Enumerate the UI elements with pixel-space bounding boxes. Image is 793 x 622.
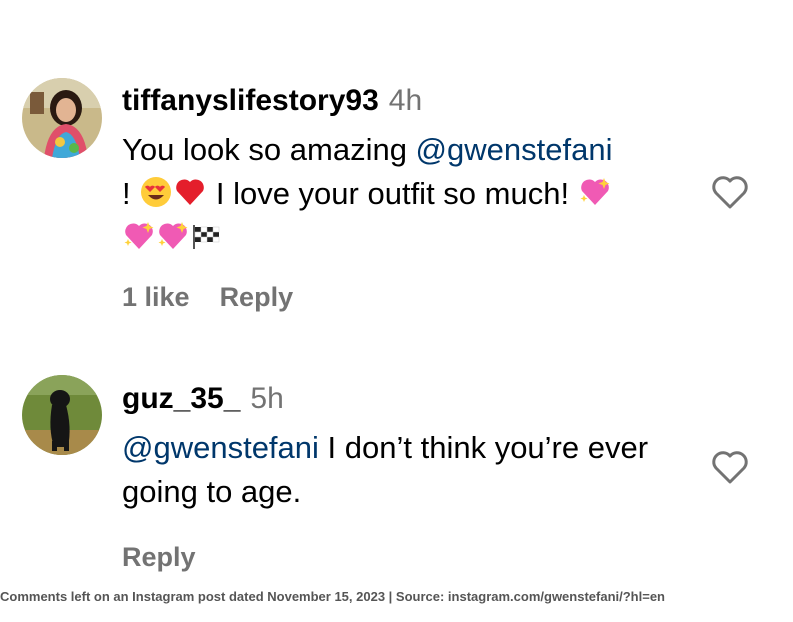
comment-text-part: !	[122, 176, 140, 211]
heart-icon[interactable]	[710, 173, 750, 211]
sparkling-heart-emoji	[122, 219, 156, 253]
chequered-flag-emoji	[190, 219, 224, 253]
comment-username[interactable]: guz_35_	[122, 382, 240, 415]
comment-timestamp[interactable]: 4h	[389, 84, 422, 117]
comment-timestamp[interactable]: 5h	[250, 382, 283, 415]
comment-text: You look so amazing @gwenstefani ! I lov…	[122, 128, 692, 260]
comment-text-part: I love your outfit so much!	[207, 176, 578, 211]
avatar[interactable]	[22, 78, 102, 158]
comment-text-part: You look so amazing	[122, 132, 416, 167]
source-caption: Comments left on an Instagram post dated…	[0, 589, 665, 604]
comment-username[interactable]: tiffanyslifestory93	[122, 84, 379, 117]
reply-button[interactable]: Reply	[122, 542, 196, 572]
sparkling-heart-emoji	[156, 219, 190, 253]
red-heart-emoji	[173, 175, 207, 209]
mention-link[interactable]: @gwenstefani	[416, 132, 613, 167]
heart-icon[interactable]	[710, 448, 750, 486]
comments-screenshot: tiffanyslifestory93 4h You look so amazin…	[0, 0, 793, 622]
mention-link[interactable]: @gwenstefani	[122, 430, 319, 465]
avatar[interactable]	[22, 375, 102, 455]
like-count[interactable]: 1 like	[122, 282, 190, 312]
comment-text: @gwenstefani I don’t think you’re ever g…	[122, 426, 682, 514]
reply-button[interactable]: Reply	[220, 282, 294, 312]
smiling-face-with-heart-eyes-emoji	[139, 175, 173, 209]
sparkling-heart-emoji	[578, 175, 612, 209]
